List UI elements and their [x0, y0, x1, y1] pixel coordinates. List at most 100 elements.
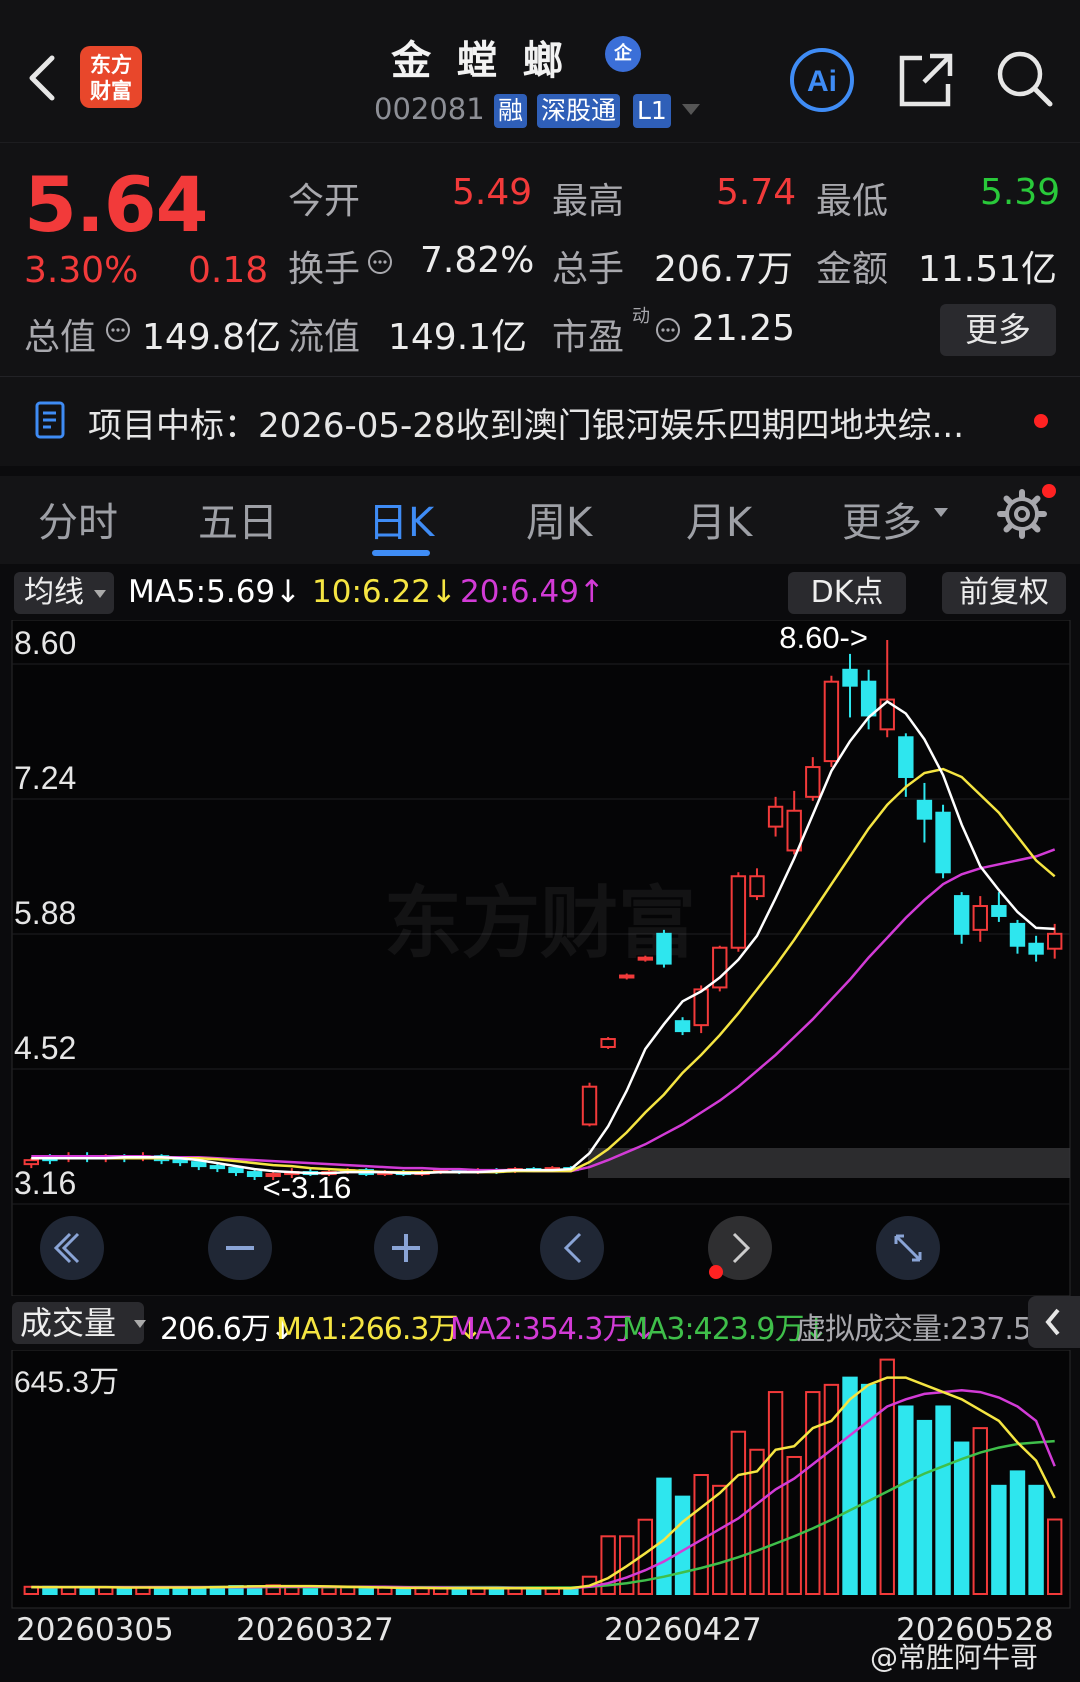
candle-up: [823, 680, 840, 763]
info-icon[interactable]: [104, 316, 132, 344]
volume-bar-up: [1046, 1518, 1063, 1596]
volume-bar-down: [842, 1376, 858, 1595]
tag-level1: L1: [633, 94, 671, 128]
dk-point-button[interactable]: DK点: [788, 572, 906, 614]
tab-daily-k[interactable]: 日K: [368, 490, 434, 548]
amount-label: 金额: [816, 249, 889, 290]
candle-up: [730, 875, 747, 949]
volume-bar-up: [805, 1391, 821, 1595]
enterprise-badge: 企: [605, 36, 641, 72]
candle-up: [600, 1038, 616, 1048]
gear-icon[interactable]: [996, 488, 1048, 540]
adjust-mode-button[interactable]: 前复权: [942, 572, 1066, 614]
logo-line-2: 财富: [90, 79, 132, 103]
candle-up: [581, 1085, 598, 1126]
zoom-out-button[interactable]: [40, 1216, 104, 1280]
volume-bar-down: [1009, 1470, 1026, 1595]
collapse-panel-icon[interactable]: [1028, 1296, 1080, 1348]
volume-bar-up: [321, 1586, 337, 1596]
app-logo[interactable]: 东方 财富: [80, 46, 142, 108]
zoom-minus-button[interactable]: [208, 1216, 272, 1280]
low-annotation: <-3.16: [263, 1170, 352, 1205]
volume-y-max-label: 645.3万: [14, 1366, 119, 1399]
candle-down: [228, 1167, 244, 1174]
candle-down: [209, 1165, 226, 1170]
virtual-volume-readout: 虚拟成交量:237.5万: [796, 1312, 1061, 1347]
watermark: 东方财富: [384, 879, 696, 967]
pe-value: 21.25: [692, 308, 796, 349]
mktcap-value: 149.8亿: [142, 317, 282, 358]
ma10-readout: 10:6.22↓: [312, 574, 457, 610]
tag-shenzhen-connect: 深股通: [537, 94, 621, 128]
more-quote-button[interactable]: 更多: [940, 304, 1056, 356]
candle-down: [656, 932, 672, 965]
low-label: 最低: [816, 181, 889, 222]
candle-down: [991, 905, 1007, 917]
candle-up: [23, 1159, 40, 1166]
volume-readout: 206.6万↓: [160, 1312, 295, 1347]
scroll-left-button[interactable]: [540, 1216, 604, 1280]
unread-dot: [1034, 414, 1048, 428]
search-icon[interactable]: [992, 46, 1056, 110]
candle-down: [172, 1159, 188, 1164]
kline-chart[interactable]: 东方财富 8.60 7.24 5.88 4.52 3.16 8.60-> <-3.16: [0, 620, 1080, 1296]
candle-up: [767, 805, 784, 828]
ma5-readout: MA5:5.69↓: [128, 574, 302, 610]
candle-down: [935, 811, 951, 874]
info-icon[interactable]: [366, 248, 394, 276]
last-price: 5.64: [24, 160, 209, 249]
volume-value: 206.7万: [654, 249, 794, 290]
volume-bar-down: [935, 1405, 951, 1595]
logo-line-1: 东方: [90, 53, 132, 77]
y-tick-label: 3.16: [14, 1165, 76, 1201]
chevron-down-icon[interactable]: [682, 104, 700, 115]
change-percent: 3.30%: [24, 250, 139, 291]
stock-name: 金 螳 螂: [391, 38, 569, 84]
tab-five-day[interactable]: 五日: [198, 490, 278, 548]
active-tab-indicator: [372, 550, 430, 556]
candle-down: [898, 736, 914, 778]
candle-down: [246, 1171, 263, 1178]
low-value: 5.39: [980, 172, 1061, 213]
volume-selector[interactable]: 成交量: [12, 1302, 145, 1344]
volume-bar-down: [1028, 1484, 1044, 1595]
volume-chart[interactable]: 645.3万: [0, 1350, 1080, 1610]
ma20-readout: 20:6.49↑: [460, 574, 605, 610]
volume-bar-down: [916, 1419, 933, 1595]
tab-more[interactable]: 更多: [842, 490, 922, 548]
volume-bar-up: [730, 1430, 747, 1595]
chevron-down-icon: [134, 1320, 146, 1328]
volume-bar-up: [879, 1358, 895, 1595]
turnover-label: 换手: [288, 249, 361, 290]
volume-bar-down: [674, 1495, 691, 1596]
tag-margin: 融: [494, 94, 528, 128]
high-annotation: 8.60->: [779, 620, 868, 655]
candle-down: [1028, 942, 1044, 955]
price-zone-band: [588, 1148, 1070, 1178]
date-tick: 20260327: [236, 1612, 394, 1648]
volume-bar-down: [991, 1484, 1007, 1595]
back-arrow-icon[interactable]: [22, 50, 62, 106]
candle-up: [972, 905, 988, 931]
turnover-value: 7.82%: [420, 240, 535, 281]
zoom-in-button[interactable]: [374, 1216, 438, 1280]
y-tick-label: 4.52: [14, 1030, 76, 1066]
candle-down: [953, 895, 970, 935]
ai-assistant-icon[interactable]: Ai: [788, 46, 856, 114]
candle-down: [191, 1161, 207, 1168]
tab-intraday[interactable]: 分时: [38, 490, 118, 548]
volume-bar-up: [339, 1586, 356, 1596]
candle-down: [860, 680, 877, 717]
candle-up: [805, 766, 821, 798]
volume-bar-down: [79, 1586, 95, 1596]
share-icon[interactable]: [894, 48, 958, 112]
y-tick-label: 5.88: [14, 895, 76, 931]
tab-weekly-k[interactable]: 周K: [526, 490, 592, 548]
mktcap-label: 总值: [24, 317, 97, 358]
fullscreen-button[interactable]: [876, 1216, 940, 1280]
info-icon[interactable]: [654, 316, 682, 344]
y-tick-label: 7.24: [14, 760, 76, 796]
pe-label: 市盈: [552, 317, 625, 358]
news-headline[interactable]: 项目中标：2026-05-28收到澳门银河娱乐四期四地块综...: [88, 398, 1016, 447]
tab-monthly-k[interactable]: 月K: [686, 490, 752, 548]
